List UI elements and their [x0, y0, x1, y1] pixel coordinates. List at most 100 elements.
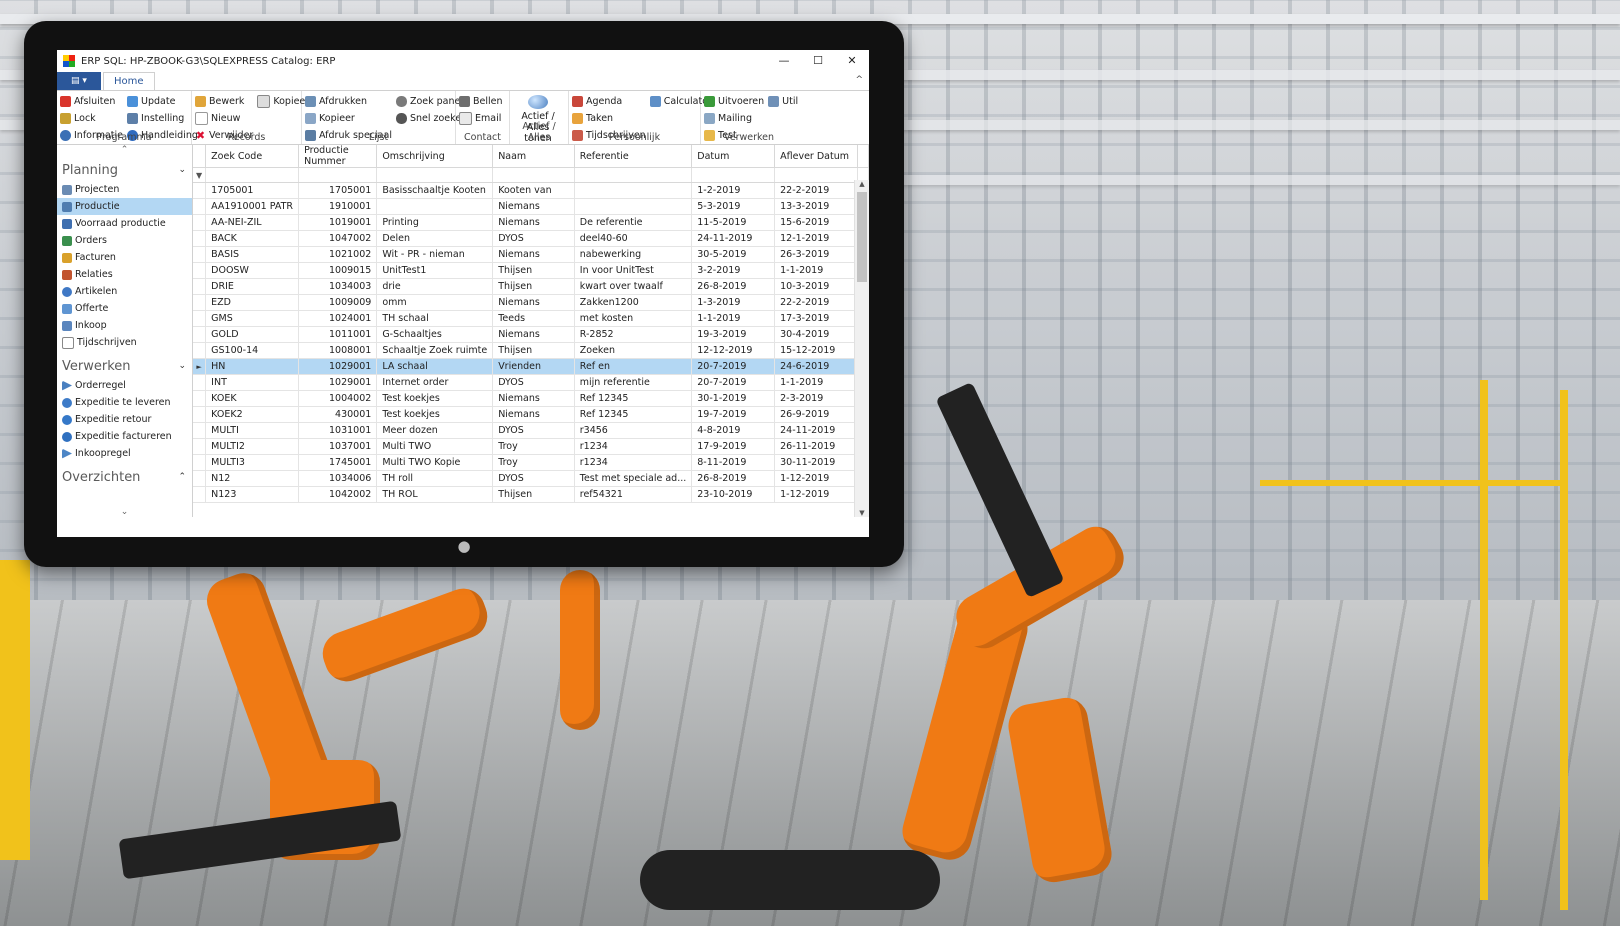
table-cell[interactable]: 1-1-2019 [774, 262, 858, 279]
table-cell[interactable]: EZD [205, 294, 300, 311]
nav-item-expeditie-factureren[interactable]: Expeditie factureren [57, 428, 192, 445]
table-cell[interactable]: 1-1-2019 [774, 374, 858, 391]
table-cell[interactable]: 1009009 [298, 294, 378, 311]
nav-item-inkoop[interactable]: Inkoop [57, 317, 192, 334]
table-cell[interactable]: 1029001 [298, 374, 378, 391]
table-row[interactable]: N123 1042002 TH ROL Thijsen ref54321 23-10-20… [193, 486, 869, 503]
table-cell[interactable]: 26-8-2019 [691, 470, 776, 487]
table-cell[interactable]: 24-11-2019 [774, 422, 858, 439]
table-cell[interactable]: 1024001 [298, 310, 378, 327]
table-cell[interactable]: Ref en [574, 358, 693, 375]
table-cell[interactable]: Ref 12345 [574, 390, 693, 407]
table-row[interactable]: INT 1029001 Internet order DYOS mijn referen… [193, 374, 869, 391]
table-cell[interactable]: Multi TWO [376, 438, 494, 455]
table-cell[interactable]: TH schaal [376, 310, 494, 327]
filter-cell[interactable] [691, 167, 776, 183]
email-button[interactable]: Email [459, 110, 503, 127]
table-cell[interactable]: Niemans [492, 246, 575, 263]
scroll-up-icon[interactable]: ▲ [855, 180, 869, 188]
table-cell[interactable]: LA schaal [376, 358, 494, 375]
table-cell[interactable]: KOEK2 [205, 406, 300, 423]
table-cell[interactable]: Test koekjes [376, 406, 494, 423]
table-cell[interactable]: 24-11-2019 [691, 230, 776, 247]
afsluiten-button[interactable]: Afsluiten [60, 93, 123, 110]
table-cell[interactable]: DYOS [492, 230, 575, 247]
table-cell[interactable]: DYOS [492, 470, 575, 487]
nav-item-facturen[interactable]: Facturen [57, 249, 192, 266]
table-cell[interactable]: MULTI3 [205, 454, 300, 471]
table-cell[interactable]: 1004002 [298, 390, 378, 407]
table-cell[interactable]: 4-8-2019 [691, 422, 776, 439]
nav-item-productie[interactable]: Productie [57, 198, 192, 215]
column-header[interactable]: Naam [492, 145, 575, 168]
table-cell[interactable]: Kooten van [492, 182, 575, 199]
nav-item-expeditie-retour[interactable]: Expeditie retour [57, 411, 192, 428]
nav-item-artikelen[interactable]: Artikelen [57, 283, 192, 300]
nav-item-voorraad-productie[interactable]: Voorraad productie [57, 215, 192, 232]
table-cell[interactable]: 1042002 [298, 486, 378, 503]
table-cell[interactable]: Internet order [376, 374, 494, 391]
table-cell[interactable]: G-Schaaltjes [376, 326, 494, 343]
table-cell[interactable]: 11-5-2019 [691, 214, 776, 231]
table-cell[interactable]: Printing [376, 214, 494, 231]
table-cell[interactable]: Niemans [492, 390, 575, 407]
nav-scroll-up-icon[interactable]: ⌃ [57, 145, 192, 155]
table-cell[interactable]: 12-12-2019 [691, 342, 776, 359]
table-cell[interactable]: Niemans [492, 326, 575, 343]
table-cell[interactable]: 5-3-2019 [691, 198, 776, 215]
table-cell[interactable]: 23-10-2019 [691, 486, 776, 503]
table-cell[interactable]: Meer dozen [376, 422, 494, 439]
table-cell[interactable]: N12 [205, 470, 300, 487]
nav-item-offerte[interactable]: Offerte [57, 300, 192, 317]
table-cell[interactable]: BASIS [205, 246, 300, 263]
maximize-button[interactable]: ☐ [801, 50, 835, 72]
instelling-button[interactable]: Instelling [127, 110, 198, 127]
table-cell[interactable]: MULTI2 [205, 438, 300, 455]
table-cell[interactable]: 1-12-2019 [774, 470, 858, 487]
table-cell[interactable]: 30-5-2019 [691, 246, 776, 263]
table-cell[interactable]: Basisschaaltje Kooten [376, 182, 494, 199]
table-cell[interactable]: r1234 [574, 438, 693, 455]
nieuw-button[interactable]: Nieuw [195, 110, 253, 127]
table-cell[interactable]: 1705001 [298, 182, 378, 199]
table-cell[interactable]: 1008001 [298, 342, 378, 359]
table-cell[interactable]: 3-2-2019 [691, 262, 776, 279]
table-cell[interactable]: 1019001 [298, 214, 378, 231]
table-cell[interactable]: DOOSW [205, 262, 300, 279]
table-cell[interactable]: 17-9-2019 [691, 438, 776, 455]
table-cell[interactable]: 1029001 [298, 358, 378, 375]
table-row[interactable]: DOOSW 1009015 UnitTest1 Thijsen In voor Unit… [193, 262, 869, 279]
table-cell[interactable]: 1021002 [298, 246, 378, 263]
table-cell[interactable]: deel40-60 [574, 230, 693, 247]
table-cell[interactable]: 1705001 [205, 182, 300, 199]
table-cell[interactable]: DRIE [205, 278, 300, 295]
table-cell[interactable]: 24-6-2019 [774, 358, 858, 375]
uitvoeren-button[interactable]: Uitvoeren [704, 93, 764, 110]
table-cell[interactable]: 1-2-2019 [691, 182, 776, 199]
nav-scroll-down-icon[interactable]: ⌄ [57, 507, 192, 517]
table-cell[interactable]: 13-3-2019 [774, 198, 858, 215]
table-cell[interactable]: 1034003 [298, 278, 378, 295]
table-cell[interactable]: 1745001 [298, 454, 378, 471]
table-cell[interactable]: Zakken1200 [574, 294, 693, 311]
filter-cell[interactable] [205, 167, 300, 183]
agenda-button[interactable]: Agenda [572, 93, 646, 110]
table-cell[interactable]: BACK [205, 230, 300, 247]
table-cell[interactable]: 1037001 [298, 438, 378, 455]
table-cell[interactable]: 15-12-2019 [774, 342, 858, 359]
table-cell[interactable]: KOEK [205, 390, 300, 407]
table-cell[interactable]: 17-3-2019 [774, 310, 858, 327]
table-cell[interactable]: Niemans [492, 198, 575, 215]
table-cell[interactable]: 20-7-2019 [691, 358, 776, 375]
kopieer-lijst-button[interactable]: Kopieer [305, 110, 392, 127]
table-cell[interactable]: 26-3-2019 [774, 246, 858, 263]
table-cell[interactable]: 2-3-2019 [774, 390, 858, 407]
filter-cell[interactable] [574, 167, 693, 183]
table-cell[interactable]: Thijsen [492, 278, 575, 295]
nav-section-planning[interactable]: Planning ⌄ [57, 159, 192, 181]
table-row[interactable]: ► HN 1029001 LA schaal Vrienden Ref en 20-7-20… [193, 358, 869, 375]
table-cell[interactable]: mijn referentie [574, 374, 693, 391]
table-cell[interactable]: TH ROL [376, 486, 494, 503]
table-cell[interactable]: 1-12-2019 [774, 486, 858, 503]
table-row[interactable]: AA-NEI-ZIL 1019001 Printing Niemans De refer… [193, 214, 869, 231]
